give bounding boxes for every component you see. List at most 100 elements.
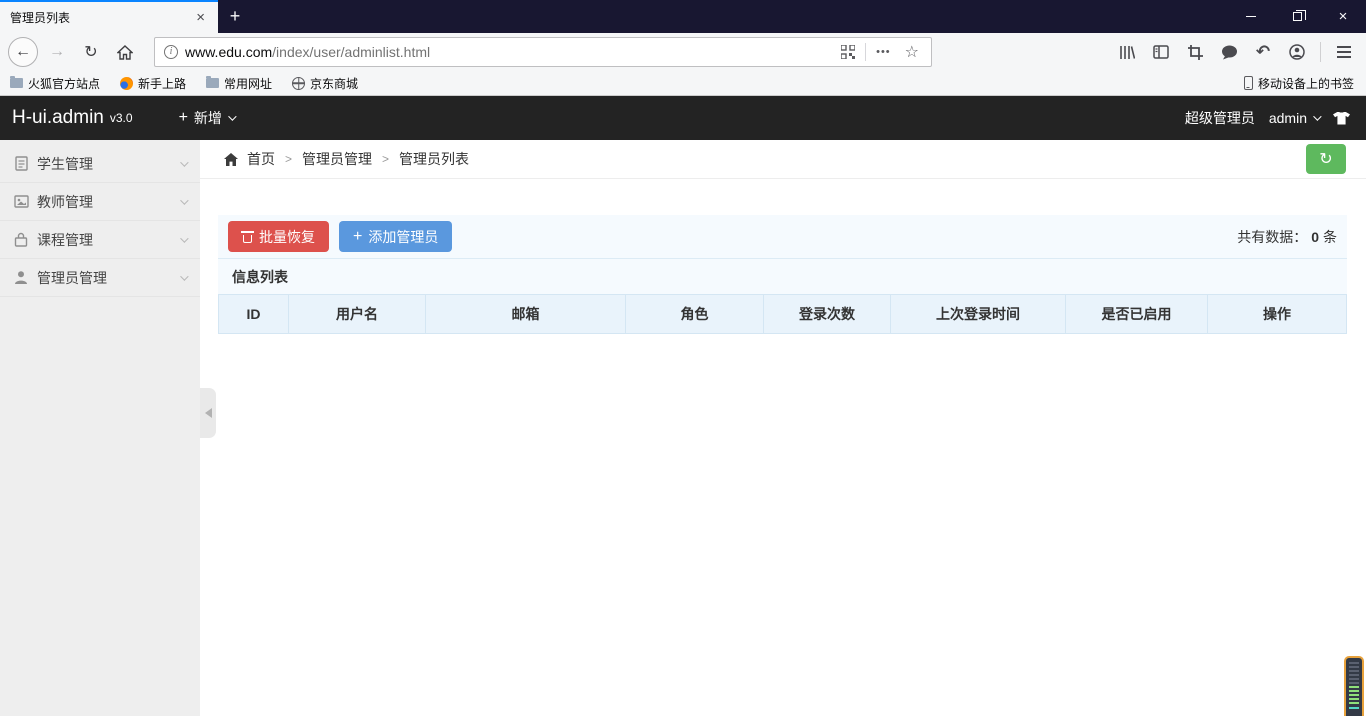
user-dropdown[interactable]: admin (1269, 110, 1319, 126)
column-header-username: 用户名 (289, 295, 426, 334)
bookmark-folder-common-sites[interactable]: 常用网址 (206, 75, 272, 92)
chevron-down-icon (180, 196, 188, 204)
record-count-suffix: 条 (1323, 229, 1337, 245)
url-bar[interactable]: i www.edu.com/index/user/adminlist.html … (154, 37, 932, 67)
header-add-dropdown[interactable]: + 新增 (179, 108, 234, 128)
header-add-label: 新增 (194, 108, 222, 128)
home-icon (224, 153, 238, 166)
refresh-button[interactable]: ↻ (1306, 144, 1346, 174)
screenshot-button[interactable] (1181, 38, 1209, 66)
sidebar-item-label: 学生管理 (37, 154, 180, 174)
forward-button[interactable]: → (42, 37, 72, 67)
header-user-area: 超级管理员 admin (1185, 108, 1350, 128)
batch-restore-label: 批量恢复 (259, 227, 315, 247)
restore-button[interactable] (1274, 0, 1320, 33)
breadcrumb-home[interactable]: 首页 (247, 149, 275, 169)
column-header-enabled: 是否已启用 (1066, 295, 1208, 334)
toolbar-divider (1320, 42, 1321, 62)
chat-icon (1221, 45, 1238, 60)
sidebar-item-teachers[interactable]: 教师管理 (0, 183, 200, 221)
tab-title: 管理员列表 (10, 9, 191, 26)
mobile-device-icon (1244, 76, 1253, 90)
widget-teal-bar (1349, 707, 1359, 709)
bookmark-label: 京东商城 (310, 75, 358, 92)
breadcrumb-separator: > (382, 152, 389, 166)
plus-icon: + (353, 228, 362, 246)
sidebar-item-students[interactable]: 学生管理 (0, 145, 200, 183)
batch-restore-button[interactable]: 批量恢复 (228, 221, 329, 252)
bookmark-label: 新手上路 (138, 75, 186, 92)
brand-version: v3.0 (110, 111, 133, 125)
brand-logo[interactable]: H-ui.admin (12, 107, 104, 129)
sidebar-item-label: 教师管理 (37, 192, 180, 212)
bookmark-label: 火狐官方站点 (28, 75, 100, 92)
nav-buttons: ← → ↻ (8, 37, 140, 67)
bookmark-label: 常用网址 (224, 75, 272, 92)
main-content: 首页 > 管理员管理 > 管理员列表 ↻ 批量恢复 + 添加管理员 (200, 140, 1366, 716)
chat-button[interactable] (1215, 38, 1243, 66)
home-button[interactable] (110, 37, 140, 67)
account-icon (1289, 44, 1305, 60)
back-button[interactable]: ← (8, 37, 38, 67)
column-header-role: 角色 (626, 295, 764, 334)
sidebar-collapse-handle[interactable] (200, 388, 216, 438)
globe-icon (292, 77, 305, 90)
mobile-bookmarks[interactable]: 移动设备上的书签 (1244, 75, 1354, 92)
bookmark-star-icon[interactable]: ☆ (899, 42, 925, 62)
chevron-down-icon (180, 158, 188, 166)
reload-button[interactable]: ↻ (76, 37, 106, 67)
admin-app: H-ui.admin v3.0 + 新增 超级管理员 admin (0, 96, 1366, 716)
tabbar-spacer (252, 0, 1228, 33)
column-header-email: 邮箱 (426, 295, 626, 334)
column-header-id: ID (219, 295, 289, 334)
account-button[interactable] (1283, 38, 1311, 66)
table-toolbar: 批量恢复 + 添加管理员 共有数据：0条 (218, 215, 1347, 258)
bookmark-getting-started[interactable]: 新手上路 (120, 75, 186, 92)
browser-tab-active[interactable]: 管理员列表 × (0, 0, 218, 33)
minimize-button[interactable] (1228, 0, 1274, 33)
folder-icon (206, 78, 219, 88)
tab-close-icon[interactable]: × (191, 8, 210, 27)
urlbar-actions: ••• ☆ (835, 42, 925, 62)
firefox-icon (120, 77, 133, 90)
sidebar-toggle-button[interactable] (1147, 38, 1175, 66)
breadcrumb: 首页 > 管理员管理 > 管理员列表 ↻ (200, 140, 1366, 179)
bookmarks-bar: 火狐官方站点 新手上路 常用网址 京东商城 移动设备上的书签 (0, 71, 1366, 96)
qr-code-icon[interactable] (835, 45, 861, 59)
admin-table: ID 用户名 邮箱 角色 登录次数 上次登录时间 是否已启用 操作 (218, 294, 1347, 334)
mobile-bookmarks-label: 移动设备上的书签 (1258, 75, 1354, 92)
app-body: 学生管理 教师管理 (0, 140, 1366, 716)
app-header: H-ui.admin v3.0 + 新增 超级管理员 admin (0, 96, 1366, 140)
site-info-icon[interactable]: i (164, 45, 178, 59)
add-admin-button[interactable]: + 添加管理员 (339, 221, 452, 252)
user-role-label: 超级管理员 (1185, 108, 1255, 128)
breadcrumb-separator: > (285, 152, 292, 166)
url-text[interactable]: www.edu.com/index/user/adminlist.html (185, 44, 835, 60)
page-actions-icon[interactable]: ••• (870, 46, 897, 58)
breadcrumb-admin-list: 管理员列表 (399, 149, 469, 169)
input-method-widget[interactable] (1344, 656, 1364, 716)
bookmark-jd-mall[interactable]: 京东商城 (292, 75, 358, 92)
breadcrumb-admin-management[interactable]: 管理员管理 (302, 149, 372, 169)
undo-button[interactable]: ↶ (1249, 38, 1277, 66)
screenshot-icon (1188, 45, 1203, 60)
teacher-icon (13, 194, 29, 210)
sidebar-icon (1153, 45, 1169, 59)
toolbar-icons: ↶ (1113, 38, 1358, 66)
bookmark-folder-firefox-official[interactable]: 火狐官方站点 (10, 75, 100, 92)
library-button[interactable] (1113, 38, 1141, 66)
new-tab-button[interactable]: + (218, 0, 252, 33)
sidebar-item-admins[interactable]: 管理员管理 (0, 259, 200, 297)
sidebar-item-label: 管理员管理 (37, 268, 180, 288)
chevron-down-icon (180, 272, 188, 280)
sidebar-item-courses[interactable]: 课程管理 (0, 221, 200, 259)
widget-gray-bars (1349, 662, 1359, 686)
page-content: 批量恢复 + 添加管理员 共有数据：0条 信息列表 (200, 179, 1366, 334)
course-icon (13, 232, 29, 248)
close-button[interactable]: × (1320, 0, 1366, 33)
chevron-down-icon (180, 234, 188, 242)
theme-skin-icon[interactable] (1333, 112, 1350, 125)
menu-button[interactable] (1330, 38, 1358, 66)
column-header-actions: 操作 (1208, 295, 1347, 334)
url-host: www.edu.com (185, 44, 272, 60)
